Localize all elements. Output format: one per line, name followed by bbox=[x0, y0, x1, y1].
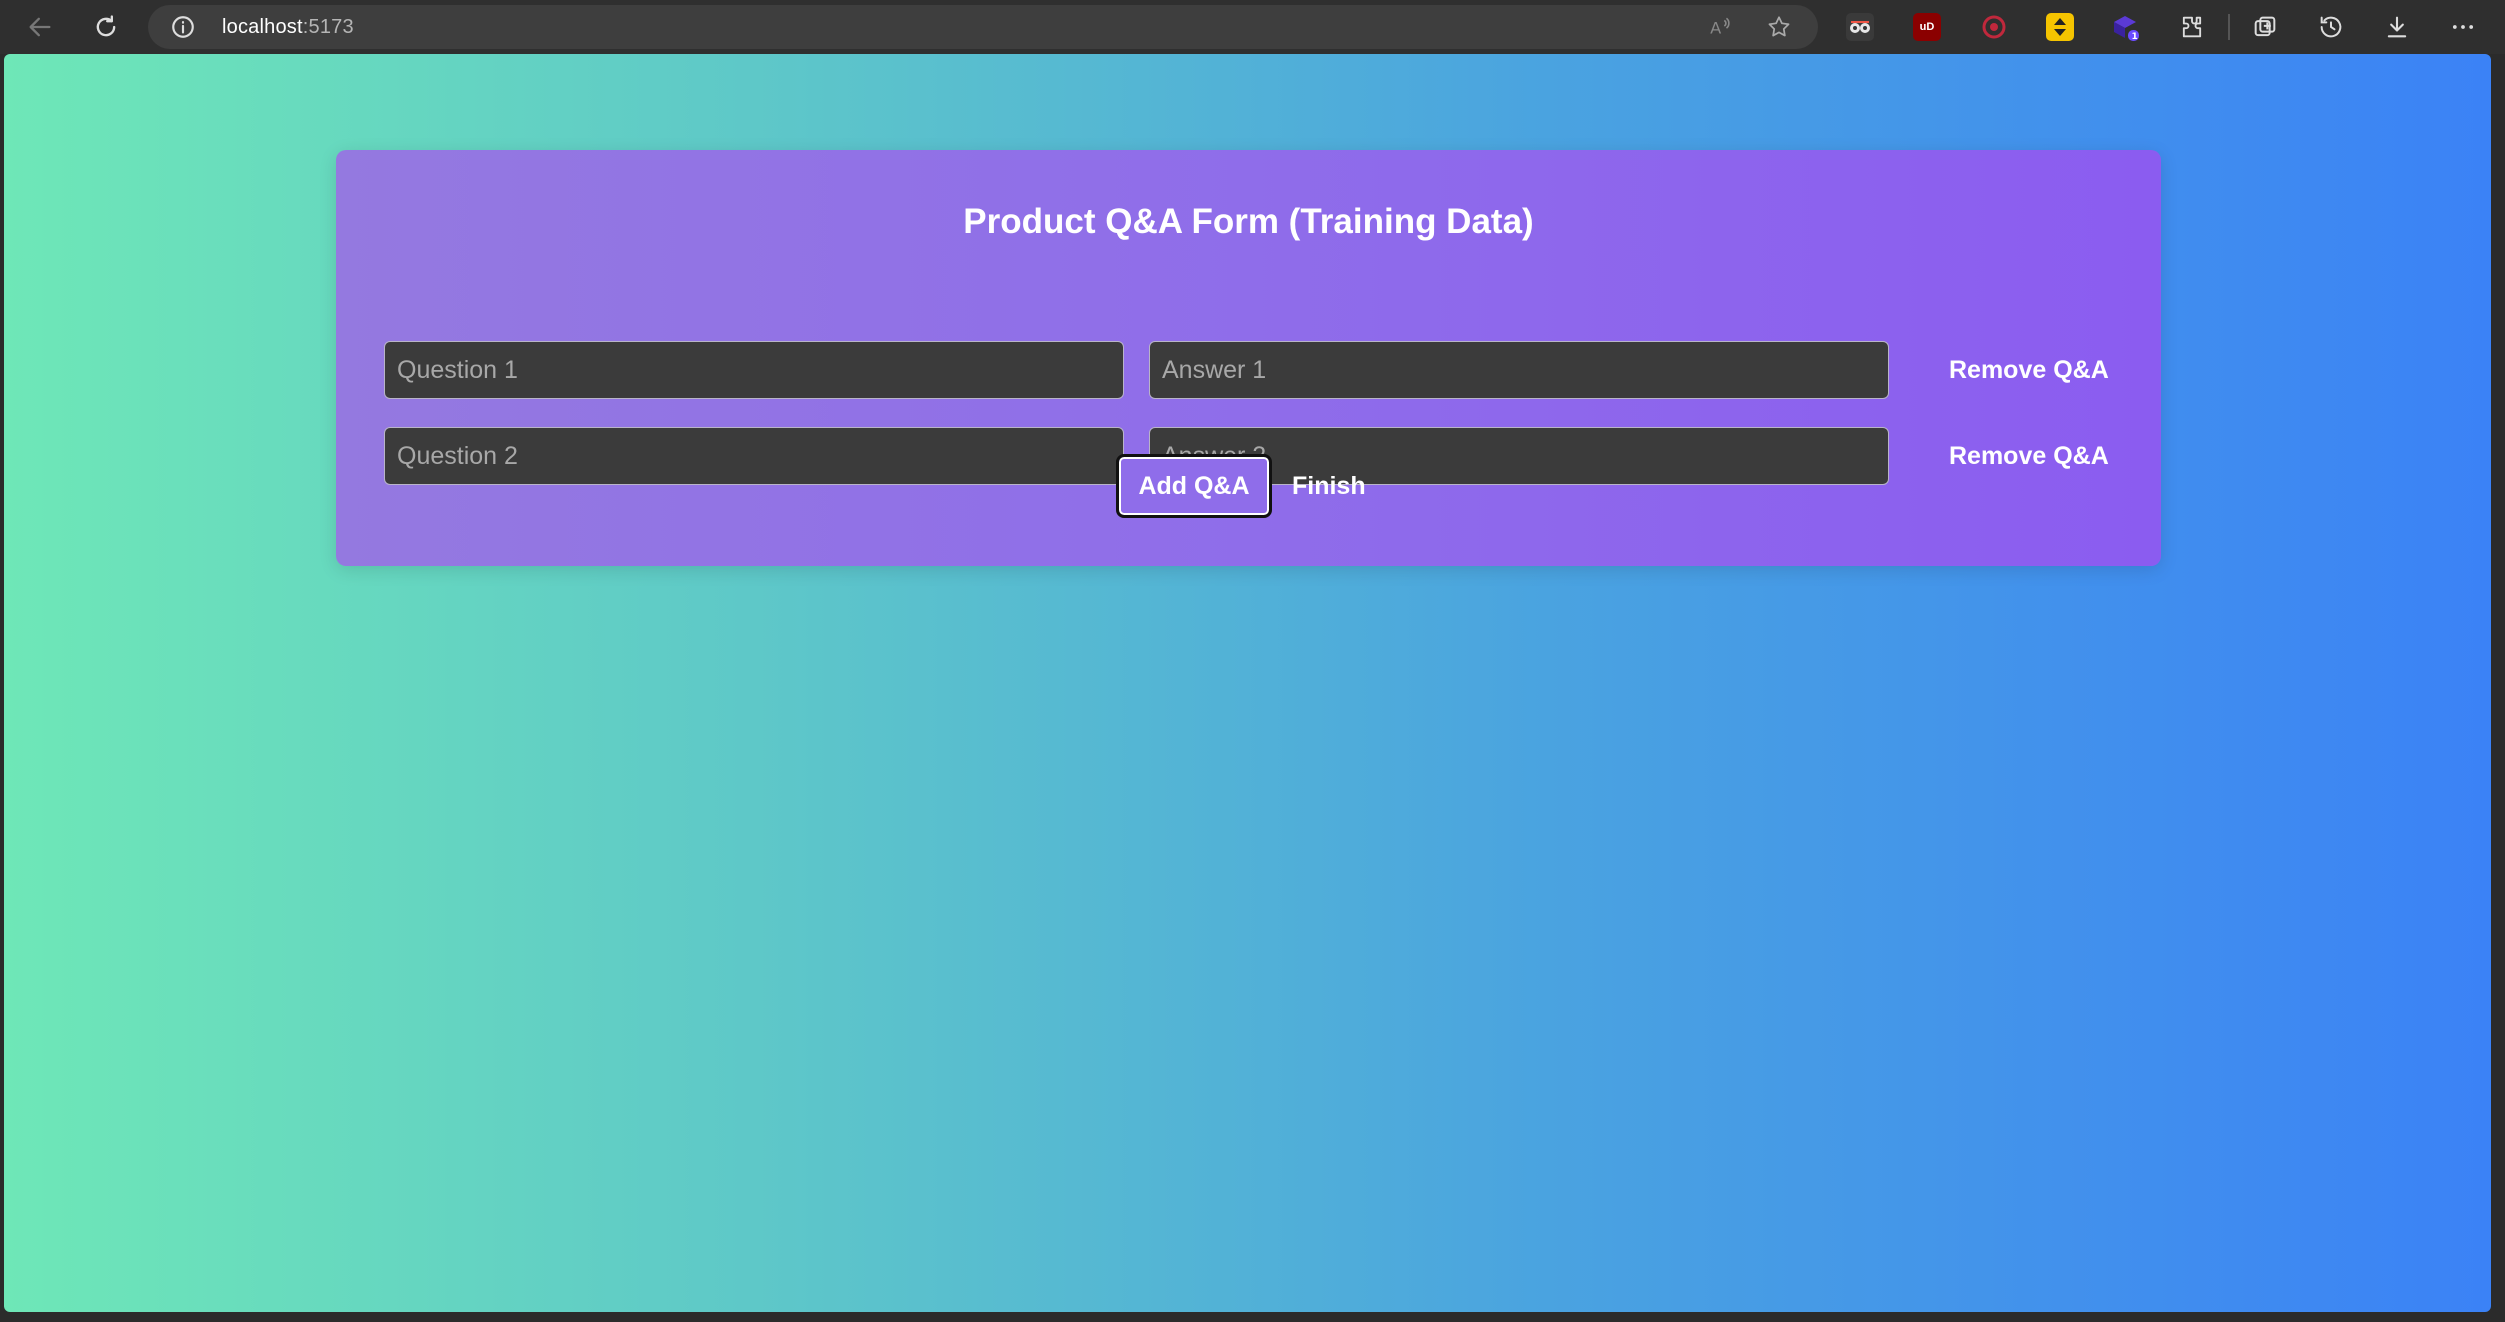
page-viewport: Product Q&A Form (Training Data) Remove … bbox=[4, 54, 2491, 1312]
favorite-star-icon[interactable] bbox=[1766, 14, 1792, 40]
browser-toolbar: localhost:5173 A uD 1 bbox=[0, 0, 2505, 54]
extensions-puzzle-icon[interactable] bbox=[2174, 9, 2210, 45]
remove-qa-button[interactable]: Remove Q&A bbox=[1939, 349, 2119, 391]
question-input[interactable] bbox=[384, 427, 1124, 485]
form-title: Product Q&A Form (Training Data) bbox=[963, 202, 1534, 241]
refresh-icon[interactable] bbox=[88, 9, 124, 45]
back-arrow-icon[interactable] bbox=[22, 9, 58, 45]
read-aloud-icon[interactable]: A bbox=[1708, 14, 1734, 40]
qa-row: Remove Q&A bbox=[384, 341, 2134, 401]
purple-cube-extension-icon[interactable]: 1 bbox=[2112, 13, 2140, 41]
red-circle-extension-icon[interactable] bbox=[1980, 13, 2008, 41]
url-port: :5173 bbox=[302, 16, 354, 38]
svg-text:A: A bbox=[1710, 19, 1721, 38]
yellow-arrows-extension-icon[interactable] bbox=[2046, 13, 2074, 41]
url-text[interactable]: localhost:5173 bbox=[222, 16, 354, 39]
qa-form-card: Product Q&A Form (Training Data) Remove … bbox=[336, 150, 2161, 566]
more-options-icon[interactable] bbox=[2445, 9, 2481, 45]
url-host: localhost bbox=[222, 16, 303, 38]
history-icon[interactable] bbox=[2313, 9, 2349, 45]
collections-icon[interactable] bbox=[2247, 9, 2283, 45]
remove-qa-button[interactable]: Remove Q&A bbox=[1939, 435, 2119, 477]
download-icon[interactable] bbox=[2379, 9, 2415, 45]
svg-text:1: 1 bbox=[2132, 32, 2138, 41]
answer-input[interactable] bbox=[1149, 341, 1889, 399]
ublock-extension-icon[interactable]: uD bbox=[1913, 13, 1941, 41]
glasses-extension-icon[interactable] bbox=[1846, 13, 1874, 41]
finish-button[interactable]: Finish bbox=[1284, 462, 1374, 510]
add-qa-button[interactable]: Add Q&A bbox=[1116, 454, 1272, 518]
toolbar-divider bbox=[2228, 14, 2230, 40]
question-input[interactable] bbox=[384, 341, 1124, 399]
site-info-icon[interactable] bbox=[170, 14, 196, 40]
address-bar[interactable]: localhost:5173 A bbox=[148, 5, 1818, 49]
